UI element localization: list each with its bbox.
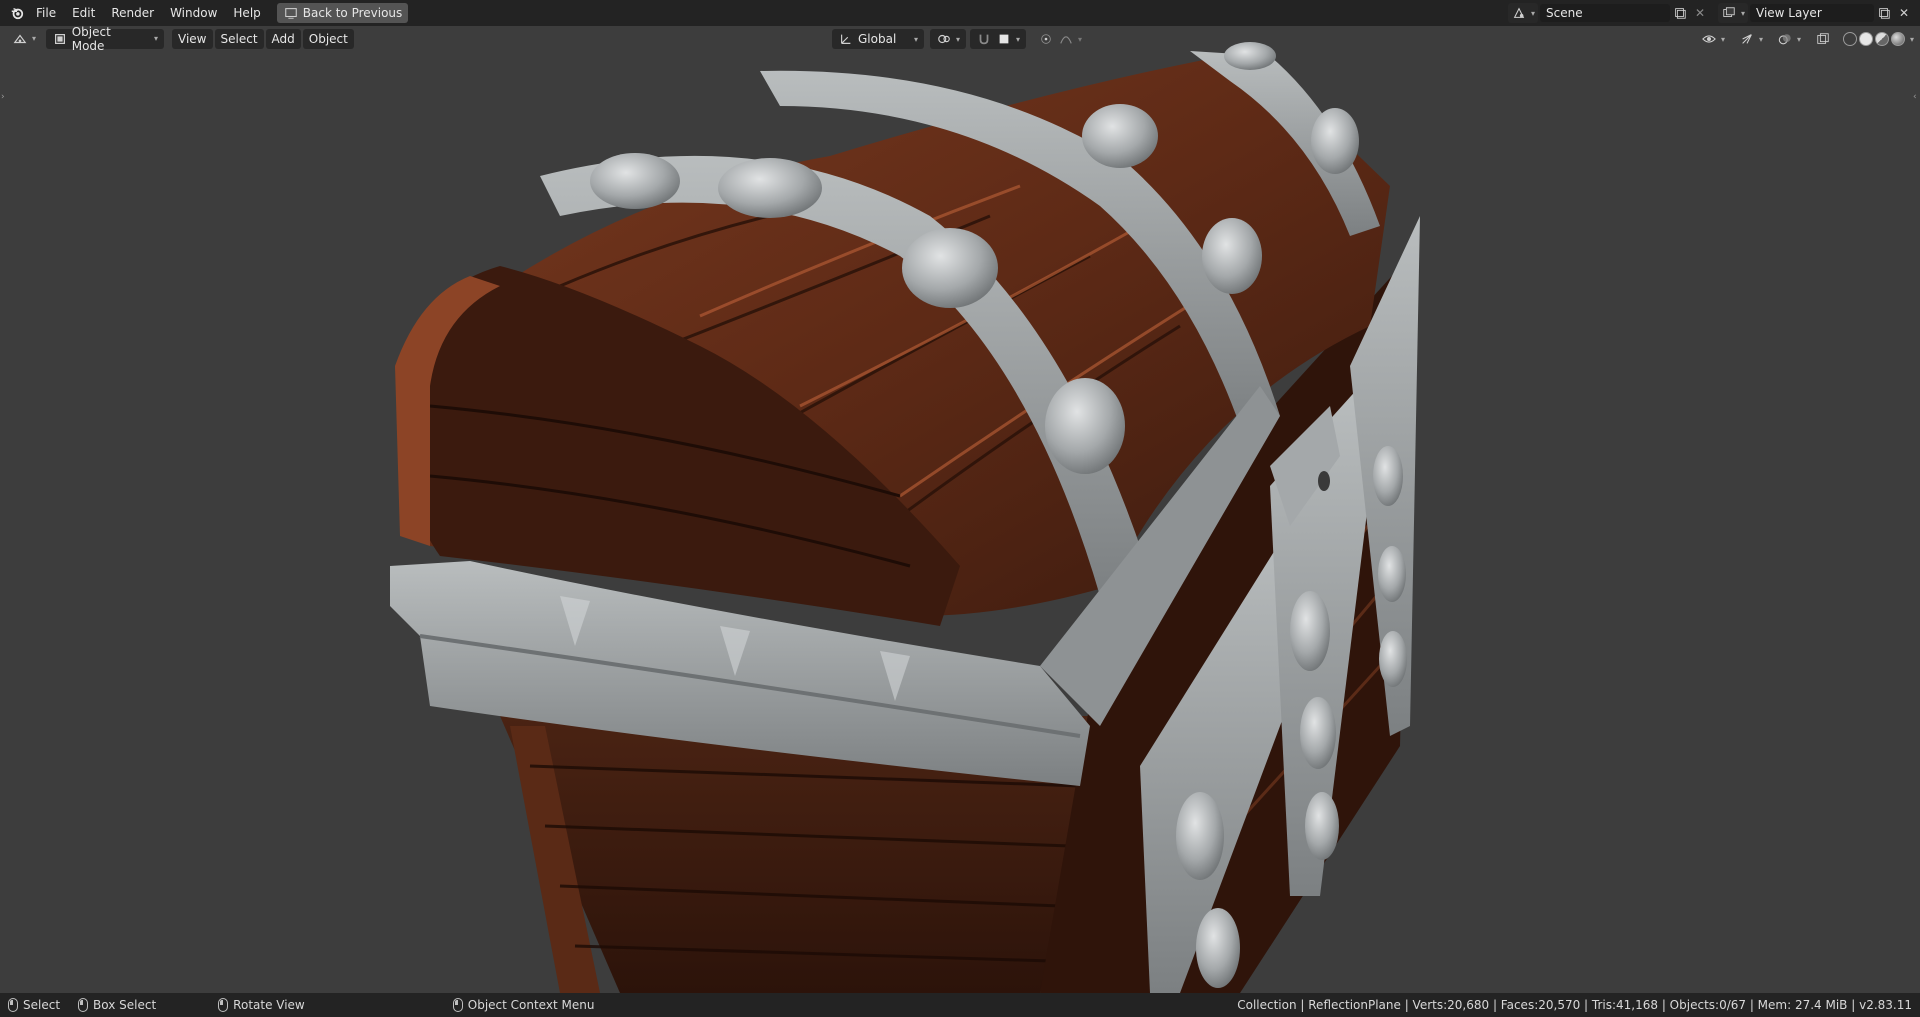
chevron-down-icon: ▾ — [1530, 8, 1535, 18]
snap-icon — [976, 31, 992, 47]
overlay-toggle[interactable]: ▾ — [1771, 29, 1807, 49]
menu-add[interactable]: Add — [265, 28, 301, 49]
left-mouse-icon — [8, 998, 18, 1012]
visibility-icon — [1701, 31, 1717, 47]
gizmo-toggle[interactable]: ▾ — [1733, 29, 1769, 49]
scene-selector[interactable]: ▾ — [1507, 3, 1538, 23]
overlay-icon — [1777, 31, 1793, 47]
view-layer-name: View Layer — [1756, 6, 1822, 20]
menu-render[interactable]: Render — [103, 3, 162, 23]
chevron-down-icon: ▾ — [1720, 34, 1725, 44]
status-select: Select — [8, 998, 60, 1012]
status-context-menu: Object Context Menu — [452, 998, 595, 1012]
chevron-down-icon: ▾ — [1758, 34, 1763, 44]
delete-scene-button[interactable]: ✕ — [1690, 3, 1710, 23]
menu-view[interactable]: View — [172, 28, 213, 49]
status-select-label: Select — [23, 998, 61, 1012]
menu-select-label: Select — [220, 31, 258, 46]
screen-icon — [283, 5, 299, 21]
xray-icon — [1815, 31, 1831, 47]
scene-statistics: Collection | ReflectionPlane | Verts:20,… — [1237, 998, 1912, 1012]
chevron-down-icon: ▾ — [956, 34, 961, 44]
editor-type-button[interactable]: ▾ — [6, 29, 42, 49]
editor-type-icon — [12, 31, 28, 47]
menu-edit[interactable]: Edit — [64, 3, 103, 23]
solid-shading-icon[interactable] — [1858, 32, 1873, 46]
chevron-down-icon: ▾ — [1016, 34, 1021, 44]
middle-mouse-icon — [218, 998, 229, 1012]
right-mouse-icon — [452, 998, 463, 1012]
menu-file[interactable]: File — [28, 3, 64, 23]
status-context-menu-label: Object Context Menu — [467, 998, 595, 1012]
falloff-icon — [1058, 31, 1074, 47]
snap-toggle[interactable]: ▾ — [970, 29, 1027, 49]
menu-view-label: View — [178, 31, 207, 46]
wireframe-shading-icon[interactable] — [1842, 32, 1857, 46]
shading-mode-buttons — [1842, 32, 1905, 46]
new-scene-button[interactable] — [1670, 3, 1690, 23]
menu-window[interactable]: Window — [162, 3, 225, 23]
duplicate-icon — [1672, 5, 1688, 21]
view-layer-icon — [1721, 5, 1737, 21]
scene-icon — [1511, 5, 1527, 21]
material-preview-shading-icon[interactable] — [1874, 32, 1889, 46]
chevron-down-icon: ▾ — [913, 34, 918, 44]
pivot-icon — [936, 31, 952, 47]
left-panel-toggle-icon[interactable]: › — [1, 92, 7, 102]
menu-object[interactable]: Object — [302, 28, 354, 49]
scene-name: Scene — [1545, 6, 1583, 20]
view-layer-selector[interactable]: ▾ — [1717, 3, 1748, 23]
delete-view-layer-button[interactable]: ✕ — [1894, 3, 1914, 23]
status-bar: Select Box Select Rotate View Object Con… — [0, 993, 1920, 1017]
duplicate-icon — [1876, 5, 1892, 21]
close-icon: ✕ — [1694, 6, 1706, 20]
menu-add-label: Add — [271, 31, 295, 46]
3d-viewport[interactable]: › ‹ — [0, 26, 1920, 993]
proportional-edit-icon — [1038, 31, 1054, 47]
close-icon: ✕ — [1898, 6, 1910, 20]
status-rotate-view: Rotate View — [218, 998, 305, 1012]
new-view-layer-button[interactable] — [1874, 3, 1894, 23]
menu-select[interactable]: Select — [214, 28, 264, 49]
back-to-previous-label: Back to Previous — [302, 6, 403, 20]
chevron-down-icon: ▾ — [1740, 8, 1745, 18]
chevron-down-icon: ▾ — [154, 34, 159, 43]
treasure-chest-render — [390, 42, 1420, 993]
blender-logo-icon[interactable] — [6, 5, 28, 21]
viewport-header: ▾ Object Mode ▾ View Select Add Object G… — [0, 25, 1920, 53]
transform-orientation-dropdown[interactable]: Global ▾ — [832, 29, 924, 49]
menu-help[interactable]: Help — [225, 3, 268, 23]
chevron-down-icon: ▾ — [1078, 34, 1083, 44]
status-rotate-view-label: Rotate View — [233, 998, 305, 1012]
chevron-down-icon: ▾ — [32, 34, 37, 43]
transform-orientation-label: Global — [858, 32, 897, 46]
object-mode-icon — [52, 31, 68, 47]
status-box-select: Box Select — [78, 998, 156, 1012]
xray-toggle[interactable] — [1809, 29, 1837, 49]
status-box-select-label: Box Select — [93, 998, 157, 1012]
menu-object-label: Object — [308, 31, 348, 46]
rendered-shading-icon[interactable] — [1890, 32, 1905, 46]
chevron-down-icon: ▾ — [1796, 34, 1801, 44]
left-mouse-drag-icon — [78, 998, 89, 1012]
top-bar: File Edit Render Window Help Back to Pre… — [0, 0, 1920, 26]
object-mode-dropdown[interactable]: Object Mode ▾ — [46, 25, 165, 53]
scene-name-field[interactable]: Scene — [1539, 4, 1670, 22]
visibility-dropdown[interactable]: ▾ — [1695, 29, 1731, 49]
view-layer-field[interactable]: View Layer — [1750, 4, 1874, 22]
chevron-down-icon[interactable]: ▾ — [1910, 35, 1914, 44]
pivot-point-dropdown[interactable]: ▾ — [930, 29, 967, 49]
snap-element-icon — [996, 31, 1012, 47]
global-axis-icon — [838, 31, 854, 47]
right-panel-toggle-icon[interactable]: ‹ — [1913, 92, 1919, 102]
object-mode-label: Object Mode — [71, 24, 111, 53]
back-to-previous-button[interactable]: Back to Previous — [276, 3, 409, 23]
proportional-edit-toggle[interactable]: ▾ — [1032, 29, 1088, 49]
gizmo-icon — [1739, 31, 1755, 47]
